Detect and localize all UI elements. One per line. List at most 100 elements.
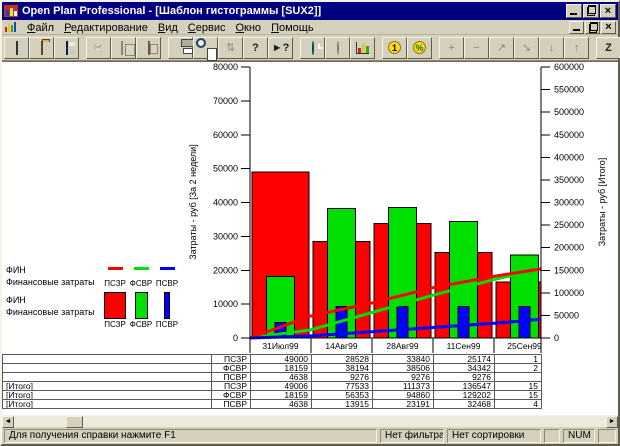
context-help-button[interactable]: ►? [268, 37, 293, 59]
table-cell[interactable]: 18159 [251, 391, 312, 400]
table-row[interactable]: ПСВР4638927692769276 [3, 373, 542, 382]
table-cell[interactable]: 1 [495, 355, 542, 364]
cut-button[interactable]: ✂ [86, 37, 111, 59]
time-analysis-button[interactable] [300, 37, 325, 59]
table-cell[interactable]: 94860 [373, 391, 434, 400]
table-row[interactable]: ФСВР181593819438506343422 [3, 364, 542, 373]
table-cell[interactable]: 33840 [373, 355, 434, 364]
table-cell[interactable]: 38194 [312, 364, 373, 373]
close-button[interactable]: × [600, 4, 616, 18]
table-cell[interactable] [3, 373, 212, 382]
zoom-button[interactable]: Z [596, 37, 620, 59]
table-cell[interactable]: 4638 [251, 400, 312, 409]
rolldown-button[interactable]: ↘ [514, 37, 539, 59]
menu-item-0[interactable]: Файл [22, 21, 59, 35]
sort-button[interactable]: ⇅ [218, 37, 243, 59]
status-num-lock: NUM [563, 429, 595, 443]
data-table[interactable]: ПСЗР490002852833840251741ФСВР18159381943… [2, 354, 542, 409]
table-cell[interactable]: [Итого] [3, 382, 212, 391]
paste-button[interactable] [136, 37, 161, 59]
table-cell[interactable]: 136547 [434, 382, 495, 391]
chart-bar-ПСВР [397, 307, 408, 338]
resource-button[interactable] [325, 37, 350, 59]
menu-item-1[interactable]: Редактирование [59, 21, 153, 35]
copy-button[interactable] [111, 37, 136, 59]
table-cell[interactable] [3, 355, 212, 364]
table-cell[interactable]: 2 [495, 364, 542, 373]
menu-item-3[interactable]: Сервис [183, 21, 231, 35]
table-row[interactable]: [Итого]ФСВР18159563539486012920215 [3, 391, 542, 400]
table-cell[interactable] [495, 373, 542, 382]
table-cell[interactable] [3, 364, 212, 373]
table-cell[interactable]: 111373 [373, 382, 434, 391]
legend-swatch-icon [104, 292, 126, 319]
table-cell[interactable]: 4638 [251, 373, 312, 382]
table-cell[interactable]: 28528 [312, 355, 373, 364]
child-restore-button[interactable] [585, 21, 600, 34]
menu-item-5[interactable]: Помощь [266, 21, 319, 35]
table-cell[interactable]: 77533 [312, 382, 373, 391]
x-axis-label: 11Сен99 [447, 341, 481, 351]
table-cell[interactable]: ПСЗР [212, 382, 251, 391]
table-cell[interactable]: 25174 [434, 355, 495, 364]
table-cell[interactable]: 4 [495, 400, 542, 409]
table-cell[interactable]: 34342 [434, 364, 495, 373]
table-cell[interactable]: ПСВР [212, 400, 251, 409]
table-cell[interactable]: 15 [495, 382, 542, 391]
print-preview-button[interactable] [193, 37, 218, 59]
left-axis-tick: 50000 [213, 164, 238, 174]
table-row[interactable]: [Итого]ПСВР46381391523191324684 [3, 400, 542, 409]
cost-button[interactable]: 1 [382, 37, 407, 59]
table-cell[interactable]: 49000 [251, 355, 312, 364]
move-up-button[interactable]: ↑ [564, 37, 589, 59]
plot-area: 31Июл9914Авг9928Авг9911Сен9925Сен99 [250, 172, 553, 351]
table-cell[interactable]: 56353 [312, 391, 373, 400]
percent-button[interactable]: % [407, 37, 432, 59]
table-cell[interactable]: 9276 [373, 373, 434, 382]
menu-item-4[interactable]: Окно [230, 21, 266, 35]
rollup-button[interactable]: ↗ [489, 37, 514, 59]
percent-icon: % [413, 41, 426, 54]
table-cell[interactable]: 18159 [251, 364, 312, 373]
remove-button[interactable]: − [464, 37, 489, 59]
table-cell[interactable]: ПСВР [212, 373, 251, 382]
minimize-button[interactable] [566, 4, 582, 18]
table-cell[interactable]: ФСВР [212, 364, 251, 373]
table-cell[interactable]: ФСВР [212, 391, 251, 400]
table-cell[interactable]: [Итого] [3, 400, 212, 409]
app-icon[interactable] [4, 5, 18, 17]
table-cell[interactable]: 9276 [312, 373, 373, 382]
move-down-button[interactable]: ↓ [539, 37, 564, 59]
scrollbar-track[interactable] [14, 416, 606, 427]
child-minimize-button[interactable] [569, 21, 584, 34]
save-button[interactable] [54, 37, 79, 59]
open-button[interactable] [29, 37, 54, 59]
help-button[interactable]: ? [243, 37, 268, 59]
app-window: Open Plan Professional - [Шаблон гистогр… [0, 0, 620, 446]
horizontal-scrollbar[interactable]: ◄ ► [2, 415, 618, 427]
table-cell[interactable]: 9276 [434, 373, 495, 382]
menu-item-2[interactable]: Вид [153, 21, 183, 35]
add-button[interactable]: + [439, 37, 464, 59]
document-icon[interactable] [4, 21, 19, 33]
table-row[interactable]: [Итого]ПСЗР490067753311137313654715 [3, 382, 542, 391]
restore-button[interactable] [583, 4, 599, 18]
save-icon [66, 42, 68, 54]
scrollbar-thumb[interactable] [66, 416, 83, 428]
table-cell[interactable]: 49006 [251, 382, 312, 391]
child-close-button[interactable]: × [601, 21, 616, 34]
histogram-button[interactable] [350, 37, 375, 59]
table-cell[interactable]: 13915 [312, 400, 373, 409]
table-cell[interactable]: ПСЗР [212, 355, 251, 364]
legend-entry: ПСЗР [102, 267, 128, 288]
table-cell[interactable]: 129202 [434, 391, 495, 400]
table-cell[interactable]: 38506 [373, 364, 434, 373]
table-row[interactable]: ПСЗР490002852833840251741 [3, 355, 542, 364]
right-axis-tick: 300000 [554, 198, 584, 208]
table-cell[interactable]: 23191 [373, 400, 434, 409]
print-button[interactable] [168, 37, 193, 59]
table-cell[interactable]: 15 [495, 391, 542, 400]
table-cell[interactable]: 32468 [434, 400, 495, 409]
table-cell[interactable]: [Итого] [3, 391, 212, 400]
new-document-button[interactable] [4, 37, 29, 59]
